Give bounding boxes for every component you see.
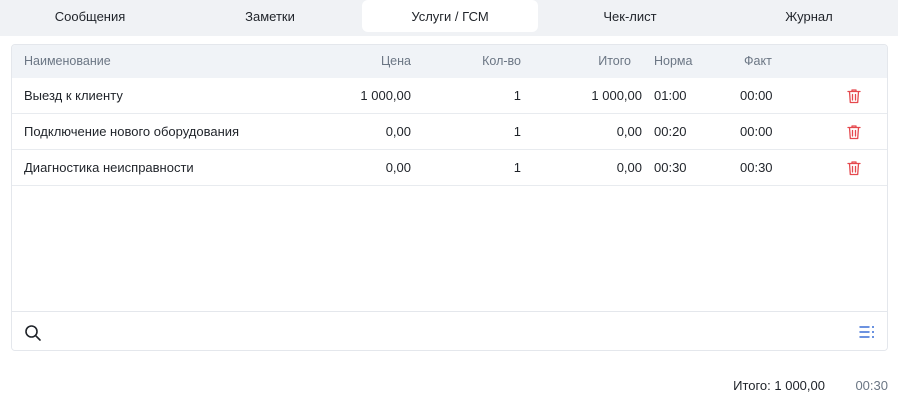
column-price-header[interactable]: Цена [312,45,411,78]
table-header: Наименование Цена Кол-во Итого Норма Фак… [12,45,887,78]
tab-checklist[interactable]: Чек-лист [540,0,720,32]
column-qty-header[interactable]: Кол-во [432,45,521,78]
service-price: 0,00 [385,124,411,139]
table-row[interactable]: Выезд к клиенту 1 000,00 1 1 000,00 01:0… [12,78,887,114]
service-total: 1 000,00 [591,88,642,103]
service-total: 0,00 [616,124,642,139]
tab-bar: Сообщения Заметки Услуги / ГСМ Чек-лист … [0,0,898,36]
service-price: 0,00 [385,160,411,175]
service-qty: 1 [513,124,521,139]
service-qty: 1 [513,160,521,175]
trash-icon[interactable] [847,124,861,140]
table-row[interactable]: Подключение нового оборудования 0,00 1 0… [12,114,887,150]
service-total: 0,00 [616,160,642,175]
column-norm-header[interactable]: Норма [654,45,692,78]
grand-total: Итого: 1 000,00 [733,378,825,393]
service-fact: 00:00 [740,124,773,139]
tab-notes[interactable]: Заметки [180,0,360,32]
service-name: Диагностика неисправности [24,160,194,175]
column-name-header[interactable]: Наименование [24,45,111,78]
service-norm: 00:30 [654,160,687,175]
service-price: 1 000,00 [360,88,411,103]
total-time: 00:30 [855,378,888,393]
trash-icon[interactable] [847,160,861,176]
services-table-panel: Наименование Цена Кол-во Итого Норма Фак… [11,44,888,351]
table-toolbar [12,311,887,350]
service-qty: 1 [513,88,521,103]
service-name: Подключение нового оборудования [24,124,240,139]
tab-journal[interactable]: Журнал [720,0,898,32]
service-fact: 00:00 [740,88,773,103]
tab-services[interactable]: Услуги / ГСМ [362,0,538,32]
search-icon[interactable] [24,324,42,342]
list-settings-icon[interactable] [859,325,875,339]
trash-icon[interactable] [847,88,861,104]
tab-messages[interactable]: Сообщения [0,0,180,32]
service-norm: 01:00 [654,88,687,103]
table-row[interactable]: Диагностика неисправности 0,00 1 0,00 00… [12,150,887,186]
column-fact-header[interactable]: Факт [744,45,772,78]
service-norm: 00:20 [654,124,687,139]
service-fact: 00:30 [740,160,773,175]
service-name: Выезд к клиенту [24,88,123,103]
column-total-header[interactable]: Итого [532,45,631,78]
